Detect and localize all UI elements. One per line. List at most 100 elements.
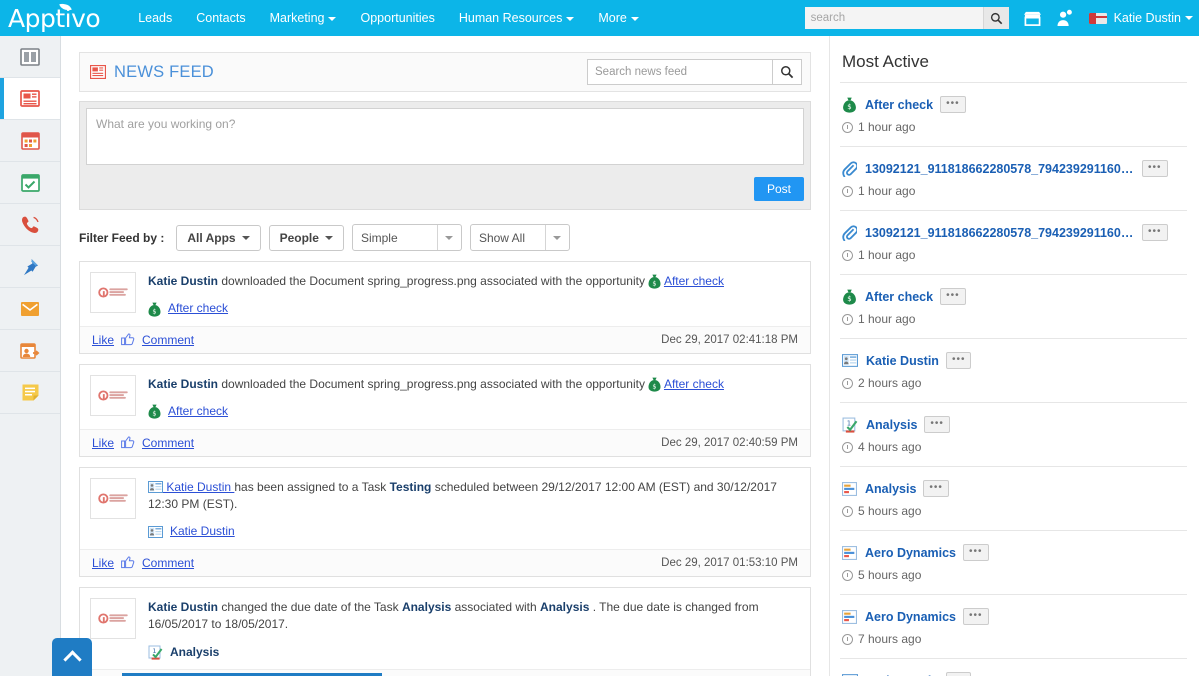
header-right-tools: Katie Dustin	[804, 0, 1199, 36]
feed-inline-link[interactable]: After check	[664, 274, 724, 288]
nav-item-marketing[interactable]: Marketing	[258, 0, 349, 36]
chevron-down-icon	[630, 16, 639, 21]
comment-button[interactable]: Comment	[142, 436, 194, 450]
filter-people-dropdown[interactable]: People	[268, 224, 344, 251]
post-button[interactable]: Post	[753, 177, 804, 201]
nav-item-human-resources[interactable]: Human Resources	[447, 0, 587, 36]
item-menu-button[interactable]: •••	[963, 544, 989, 561]
list-item: 1 Analysis ••• 4 hours ago	[840, 402, 1187, 466]
feed-subject-line: Katie Dustin	[148, 523, 800, 540]
contact-card-icon	[842, 354, 858, 367]
item-menu-button[interactable]: •••	[923, 480, 949, 497]
nav-item-opportunities[interactable]: Opportunities	[348, 0, 446, 36]
feed-item-text: Katie Dustin downloaded the Document spr…	[148, 272, 800, 318]
feed-subject-link[interactable]: After check	[168, 300, 228, 317]
global-search-button[interactable]	[982, 7, 1009, 29]
nav-item-contacts[interactable]: Contacts	[184, 0, 257, 36]
item-menu-button[interactable]: •••	[940, 96, 966, 113]
feed-subject-link[interactable]: After check	[168, 403, 228, 420]
most-active-link[interactable]: 13092121_911818662280578_794239291160440…	[865, 162, 1135, 176]
feed-subject-link[interactable]: Katie Dustin	[170, 523, 235, 540]
sidebar-item-calls[interactable]	[0, 204, 60, 246]
page-title: NEWS FEED	[90, 63, 214, 82]
item-menu-button[interactable]: •••	[963, 608, 989, 625]
most-active-link[interactable]: Analysis	[865, 482, 916, 496]
sidebar-item-email[interactable]	[0, 288, 60, 330]
item-menu-button[interactable]: •••	[1142, 160, 1168, 177]
chevron-down-icon	[328, 16, 337, 21]
feed-timestamp: Dec 29, 2017 02:41:18 PM	[661, 333, 798, 346]
item-menu-button[interactable]: •••	[940, 288, 966, 305]
most-active-link[interactable]: Aero Dynamics	[865, 546, 956, 560]
item-menu-button[interactable]: •••	[945, 672, 972, 676]
user-notifications-button[interactable]	[1056, 9, 1073, 27]
scroll-to-top-button[interactable]	[52, 638, 92, 676]
feed-inline-link[interactable]: After check	[664, 377, 724, 391]
item-menu-button[interactable]: •••	[945, 352, 972, 369]
feed-actor[interactable]: Katie Dustin	[148, 600, 218, 614]
feed-item: Katie Dustin downloaded the Document spr…	[79, 261, 811, 354]
most-active-link[interactable]: 13092121_911818662280578_794239291160440…	[865, 226, 1135, 240]
money-bag-icon: $	[648, 274, 661, 289]
most-active-link[interactable]: Katie Dustin	[866, 354, 939, 368]
post-composer: Post	[79, 101, 811, 210]
chevron-down-icon	[324, 235, 333, 240]
thumbs-up-icon	[121, 556, 135, 569]
sidebar-item-news-feed[interactable]	[0, 78, 60, 120]
global-search-input[interactable]	[804, 7, 983, 29]
like-button[interactable]: Like	[92, 333, 114, 347]
filter-show-label: Show All	[478, 230, 525, 245]
feed-item-text: Katie Dustin downloaded the Document spr…	[148, 375, 800, 421]
chevron-down-icon	[1185, 16, 1193, 20]
like-button[interactable]: Like	[92, 556, 114, 570]
sidebar-item-pins[interactable]	[0, 246, 60, 288]
user-menu[interactable]: Katie Dustin	[1088, 11, 1193, 25]
like-button[interactable]: Like	[92, 436, 114, 450]
sidebar-item-employees[interactable]	[0, 36, 60, 78]
news-feed-column: NEWS FEED Post Filter Feed by : All Apps…	[61, 36, 829, 676]
feed-actor[interactable]: Katie Dustin	[148, 274, 218, 288]
svg-text:$: $	[653, 280, 657, 288]
filter-bar: Filter Feed by : All Apps People Simple …	[79, 224, 811, 251]
sidebar-item-contact-import[interactable]	[0, 330, 60, 372]
timestamp: 5 hours ago	[842, 504, 1185, 518]
feed-actor-link[interactable]: Katie Dustin	[163, 480, 234, 494]
feed-actor[interactable]: Katie Dustin	[148, 377, 218, 391]
filter-all-apps-dropdown[interactable]: All Apps	[176, 224, 261, 251]
employees-icon	[20, 47, 40, 66]
sidebar-item-tasks[interactable]	[0, 162, 60, 204]
news-feed-search	[587, 59, 802, 85]
nav-item-leads[interactable]: Leads	[126, 0, 184, 36]
comment-button[interactable]: Comment	[142, 556, 194, 570]
sidebar-item-calendar[interactable]	[0, 120, 60, 162]
sidebar-item-notes[interactable]	[0, 372, 60, 414]
news-feed-search-button[interactable]	[772, 59, 802, 85]
list-item: 13092121_911818662280578_794239291160440…	[840, 146, 1187, 210]
app-store-button[interactable]	[1023, 10, 1042, 27]
filter-mode-select[interactable]: Simple	[351, 224, 462, 251]
svg-text:$: $	[152, 307, 156, 315]
money-bag-icon: $	[148, 302, 161, 317]
item-menu-button[interactable]: •••	[924, 416, 950, 433]
svg-text:$: $	[847, 295, 851, 303]
contact-import-icon	[20, 342, 40, 359]
feed-subject-link[interactable]: Analysis	[170, 644, 219, 661]
feed-item-footer: Like Comment Dec 29, 2017 02:40:59 PM	[80, 428, 810, 456]
nav-item-more[interactable]: More	[586, 0, 650, 36]
list-item: Analysis ••• 5 hours ago	[840, 466, 1187, 530]
comment-button[interactable]: Comment	[142, 333, 194, 347]
item-menu-button[interactable]: •••	[1142, 224, 1168, 241]
most-active-link[interactable]: After check	[865, 98, 933, 112]
most-active-link[interactable]: Analysis	[866, 418, 917, 432]
feed-item: Katie Dustin downloaded the Document spr…	[79, 363, 811, 457]
app-logo[interactable]: Apptivo	[8, 1, 104, 31]
news-feed-search-input[interactable]	[587, 59, 772, 85]
most-active-link[interactable]: After check	[865, 290, 933, 304]
clock-icon	[842, 249, 853, 261]
feed-timestamp: Dec 29, 2017 02:40:59 PM	[661, 436, 798, 449]
filter-show-select[interactable]: Show All	[469, 224, 570, 251]
task-check-icon: 1	[842, 417, 858, 433]
post-composer-input[interactable]	[86, 108, 804, 165]
most-active-link[interactable]: Aero Dynamics	[865, 610, 956, 624]
thumbs-up-icon	[121, 436, 135, 449]
